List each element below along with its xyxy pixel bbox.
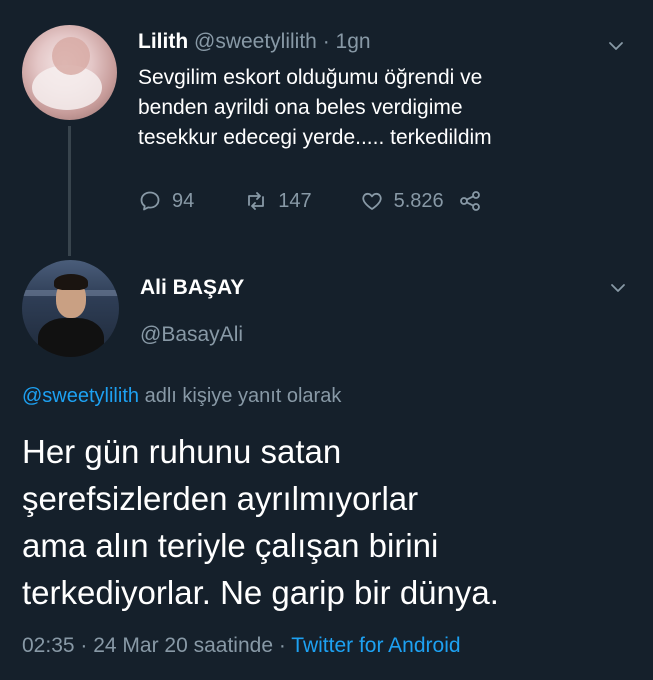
tweet2-author-name[interactable]: Ali BAŞAY <box>140 276 244 300</box>
tweet1-time[interactable]: 1gn <box>336 30 371 53</box>
thread-connector-line <box>68 126 71 256</box>
like-icon <box>360 189 384 213</box>
tweet2-timestamp[interactable]: 02:35 · 24 Mar 20 saatinde · <box>22 634 286 657</box>
avatar-lilith[interactable] <box>22 25 117 120</box>
chevron-down-icon[interactable] <box>610 280 626 296</box>
tweet2-author-handle[interactable]: @BasayAli <box>140 323 243 347</box>
tweet1-text: Sevgilim eskort olduğumu öğrendi ve bend… <box>138 66 492 149</box>
reply-context: @sweetylilith adlı kişiye yanıt olarak <box>22 385 341 408</box>
reply-button[interactable]: 94 <box>138 189 194 213</box>
avatar-image-part <box>54 274 88 290</box>
avatar-ali-basay[interactable] <box>22 260 119 357</box>
reply-to-suffix: adlı kişiye yanıt olarak <box>144 385 342 407</box>
share-icon <box>458 189 482 213</box>
retweet-button[interactable]: 147 <box>244 189 312 213</box>
retweet-icon <box>244 189 268 213</box>
tweet2-meta: 02:35 · 24 Mar 20 saatinde · Twitter for… <box>22 634 461 658</box>
tweet1-separator: · <box>322 30 330 53</box>
retweet-count: 147 <box>278 189 312 212</box>
avatar-image-part <box>52 37 90 75</box>
tweet2-text: Her gün ruhunu satan şerefsizlerden ayrı… <box>22 433 499 611</box>
reply-icon <box>138 189 162 213</box>
reply-to-link[interactable]: @sweetylilith <box>22 385 139 407</box>
tweet2-source-link[interactable]: Twitter for Android <box>291 634 460 657</box>
tweet1-author-handle[interactable]: @sweetylilith <box>194 30 317 53</box>
reply-count: 94 <box>172 189 195 212</box>
like-button[interactable]: 5.826 <box>360 189 444 213</box>
tweet1-header: Lilith @sweetylilith · 1gn <box>138 30 371 54</box>
tweet1-action-bar: 94 147 5.826 <box>138 189 482 213</box>
like-count: 5.826 <box>393 189 444 212</box>
avatar-image-part <box>38 318 104 357</box>
tweet1-author-name[interactable]: Lilith <box>138 30 188 53</box>
chevron-down-icon[interactable] <box>608 38 624 54</box>
share-button[interactable] <box>458 189 482 213</box>
